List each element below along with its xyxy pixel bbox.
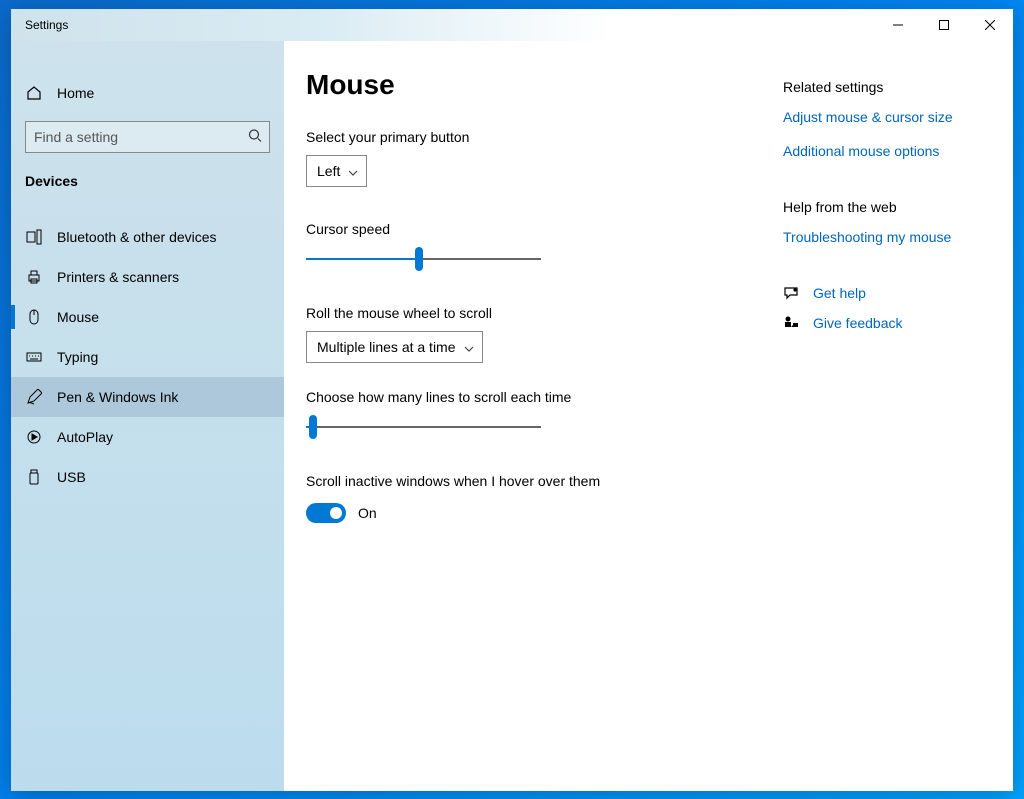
sidebar-item-label: USB bbox=[57, 469, 86, 485]
primary-button-section: Select your primary button Left bbox=[306, 129, 753, 187]
feedback-icon bbox=[783, 315, 799, 331]
pen-icon bbox=[25, 389, 43, 405]
primary-button-label: Select your primary button bbox=[306, 129, 753, 145]
maximize-button[interactable] bbox=[921, 9, 967, 41]
sidebar-item-autoplay[interactable]: AutoPlay bbox=[11, 417, 284, 457]
printer-icon bbox=[25, 269, 43, 285]
search-wrap bbox=[25, 121, 270, 153]
slider-thumb[interactable] bbox=[415, 247, 423, 271]
chevron-down-icon bbox=[464, 339, 474, 355]
lines-slider[interactable] bbox=[306, 415, 541, 439]
scroll-mode-label: Roll the mouse wheel to scroll bbox=[306, 305, 753, 321]
sidebar-item-label: Bluetooth & other devices bbox=[57, 229, 217, 245]
chat-icon bbox=[783, 285, 799, 301]
sidebar-item-label: Typing bbox=[57, 349, 98, 365]
chevron-down-icon bbox=[348, 163, 358, 179]
cursor-speed-section: Cursor speed bbox=[306, 221, 753, 271]
search-icon bbox=[248, 128, 262, 145]
sidebar-item-label: Pen & Windows Ink bbox=[57, 389, 178, 405]
minimize-button[interactable] bbox=[875, 9, 921, 41]
content-area: Mouse Select your primary button Left Cu… bbox=[284, 41, 1013, 791]
inactive-toggle[interactable] bbox=[306, 503, 346, 523]
related-settings-block: Related settings Adjust mouse & cursor s… bbox=[783, 79, 983, 159]
scroll-mode-section: Roll the mouse wheel to scroll Multiple … bbox=[306, 305, 753, 363]
window-body: Home Devices Bluetooth & other devices bbox=[11, 41, 1013, 791]
scroll-mode-value: Multiple lines at a time bbox=[317, 339, 456, 355]
sidebar-item-bluetooth[interactable]: Bluetooth & other devices bbox=[11, 217, 284, 257]
keyboard-icon bbox=[25, 349, 43, 365]
settings-window: Settings Home bbox=[11, 9, 1013, 791]
cursor-speed-label: Cursor speed bbox=[306, 221, 753, 237]
sidebar-home[interactable]: Home bbox=[11, 73, 284, 113]
mouse-icon bbox=[25, 309, 43, 325]
web-help-block: Help from the web Troubleshooting my mou… bbox=[783, 199, 983, 245]
sidebar-item-pen[interactable]: Pen & Windows Ink bbox=[11, 377, 284, 417]
main-panel: Mouse Select your primary button Left Cu… bbox=[306, 69, 753, 771]
web-help-head: Help from the web bbox=[783, 199, 983, 215]
lines-label: Choose how many lines to scroll each tim… bbox=[306, 389, 753, 405]
slider-thumb[interactable] bbox=[309, 415, 317, 439]
page-title: Mouse bbox=[306, 69, 753, 101]
sidebar-item-label: Mouse bbox=[57, 309, 99, 325]
close-button[interactable] bbox=[967, 9, 1013, 41]
titlebar: Settings bbox=[11, 9, 1013, 41]
search-input[interactable] bbox=[25, 121, 270, 153]
cursor-speed-slider[interactable] bbox=[306, 247, 541, 271]
sidebar-item-label: AutoPlay bbox=[57, 429, 113, 445]
usb-icon bbox=[25, 469, 43, 485]
feedback-row[interactable]: Give feedback bbox=[783, 315, 983, 331]
lines-section: Choose how many lines to scroll each tim… bbox=[306, 389, 753, 439]
sidebar-item-printers[interactable]: Printers & scanners bbox=[11, 257, 284, 297]
sidebar-item-mouse[interactable]: Mouse bbox=[11, 297, 284, 337]
sidebar-item-usb[interactable]: USB bbox=[11, 457, 284, 497]
home-icon bbox=[25, 85, 43, 101]
primary-button-combo[interactable]: Left bbox=[306, 155, 367, 187]
toggle-knob bbox=[330, 507, 342, 519]
scroll-mode-combo[interactable]: Multiple lines at a time bbox=[306, 331, 483, 363]
slider-fill bbox=[306, 258, 419, 260]
support-block: Get help Give feedback bbox=[783, 285, 983, 331]
get-help-row[interactable]: Get help bbox=[783, 285, 983, 301]
related-settings-head: Related settings bbox=[783, 79, 983, 95]
link-adjust-cursor-size[interactable]: Adjust mouse & cursor size bbox=[783, 109, 983, 125]
primary-button-value: Left bbox=[317, 163, 340, 179]
sidebar-item-label: Printers & scanners bbox=[57, 269, 179, 285]
inactive-label: Scroll inactive windows when I hover ove… bbox=[306, 473, 753, 489]
sidebar-category: Devices bbox=[11, 153, 284, 199]
autoplay-icon bbox=[25, 429, 43, 445]
link-additional-mouse-options[interactable]: Additional mouse options bbox=[783, 143, 983, 159]
inactive-toggle-text: On bbox=[358, 505, 377, 521]
sidebar-item-typing[interactable]: Typing bbox=[11, 337, 284, 377]
inactive-section: Scroll inactive windows when I hover ove… bbox=[306, 473, 753, 523]
feedback-link: Give feedback bbox=[813, 315, 903, 331]
home-label: Home bbox=[57, 85, 94, 101]
window-buttons bbox=[875, 9, 1013, 41]
sidebar-nav: Bluetooth & other devices Printers & sca… bbox=[11, 217, 284, 497]
side-panel: Related settings Adjust mouse & cursor s… bbox=[783, 69, 983, 771]
window-title: Settings bbox=[11, 18, 68, 32]
get-help-link: Get help bbox=[813, 285, 866, 301]
inactive-toggle-row: On bbox=[306, 503, 753, 523]
link-troubleshoot-mouse[interactable]: Troubleshooting my mouse bbox=[783, 229, 983, 245]
devices-icon bbox=[25, 229, 43, 245]
slider-track bbox=[306, 426, 541, 428]
sidebar: Home Devices Bluetooth & other devices bbox=[11, 41, 284, 791]
